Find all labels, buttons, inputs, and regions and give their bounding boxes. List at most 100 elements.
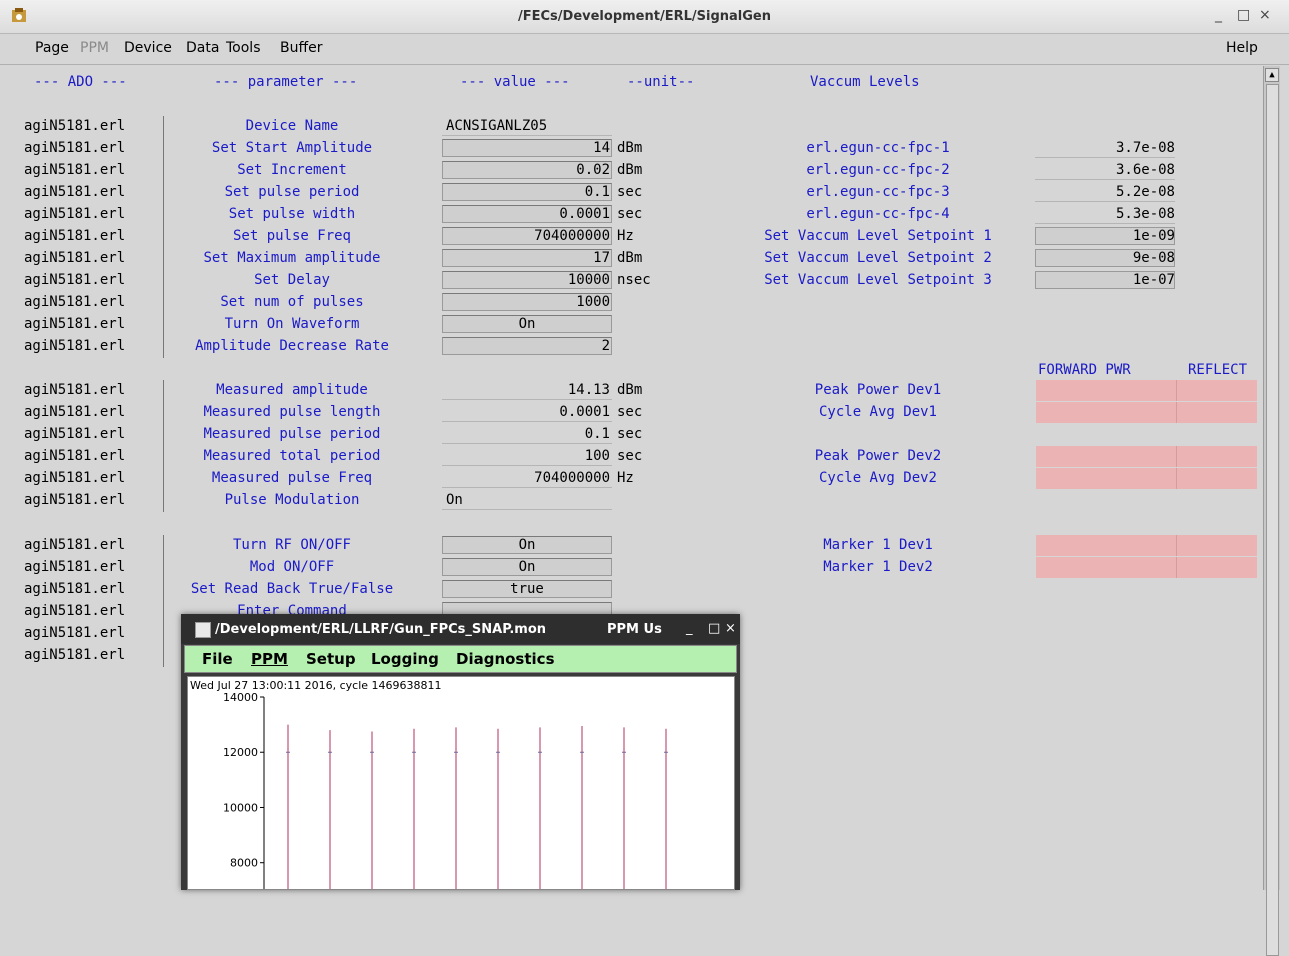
power-label: Peak Power Dev1 [814,382,942,398]
value-text: 10000 [567,272,610,288]
ado-name: agiN5181.erl [24,448,126,464]
param-label: Turn On Waveform [224,316,360,332]
param-label: Set Increment [237,162,347,178]
param-label: Measured pulse length [203,404,381,420]
vaccum-label: erl.egun-cc-fpc-4 [806,206,950,222]
ado-name: agiN5181.erl [24,559,126,575]
menu-page[interactable]: Page [35,40,69,56]
unit-label: sec [617,184,643,200]
value-text: On [518,316,536,332]
param-label: Set Delay [254,272,330,288]
value-text: 704000000 [534,228,610,244]
monitor-menu-setup[interactable]: Setup [306,650,356,668]
monitor-plot[interactable]: Wed Jul 27 13:00:11 2016, cycle 14696388… [187,676,735,890]
monitor-title-right: PPM Us [607,622,662,637]
y-tick-label: 14000 [223,691,258,704]
y-tick-label: 12000 [223,746,258,759]
ado-name: agiN5181.erl [24,492,126,508]
vaccum-label: Set Vaccum Level Setpoint 2 [764,250,992,266]
scroll-thumb[interactable] [1266,84,1279,956]
param-label: Amplitude Decrease Rate [195,338,389,354]
minimize-icon[interactable]: _ [1215,7,1222,23]
power-divider [1176,402,1177,423]
ado-name: agiN5181.erl [24,603,126,619]
param-label: Set Maximum amplitude [203,250,381,266]
monitor-menu-logging[interactable]: Logging [371,650,439,668]
window-titlebar: /FECs/Development/ERL/SignalGen _ □ × [0,0,1289,34]
monitor-maximize-icon[interactable]: □ [708,621,720,636]
header-reflect: REFLECT [1188,362,1248,378]
vaccum-value: 5.3e-08 [1115,206,1175,222]
scroll-up-icon[interactable]: ▲ [1265,68,1279,82]
monitor-close-icon[interactable]: × [725,621,736,636]
ado-name: agiN5181.erl [24,537,126,553]
param-label: Pulse Modulation [224,492,360,508]
menu-data[interactable]: Data [186,40,219,56]
power-readout [1036,468,1257,489]
y-tick-label: 10000 [223,801,258,814]
ado-name: agiN5181.erl [24,316,126,332]
menu-help[interactable]: Help [1226,40,1258,56]
window-title: /FECs/Development/ERL/SignalGen [518,9,771,24]
value-text: 1000 [576,294,610,310]
value-text: 0.1 [584,184,610,200]
close-icon[interactable]: × [1259,7,1271,23]
maximize-icon[interactable]: □ [1237,7,1250,23]
unit-label: dBm [617,140,643,156]
param-label: Measured pulse period [203,426,381,442]
power-readout [1036,402,1257,423]
monitor-menu-file[interactable]: File [202,650,233,668]
menu-buffer[interactable]: Buffer [280,40,323,56]
ado-name: agiN5181.erl [24,382,126,398]
menu-device[interactable]: Device [124,40,172,56]
vaccum-label: Set Vaccum Level Setpoint 1 [764,228,992,244]
marker-readout [1036,535,1257,556]
marker-label: Marker 1 Dev1 [823,537,933,553]
column-separator [163,535,164,667]
monitor-menu-ppm[interactable]: PPM [251,650,288,668]
monitor-menu-bar: File PPM Setup Logging Diagnostics [184,645,737,673]
marker-divider [1176,535,1177,556]
vaccum-value: 3.6e-08 [1115,162,1175,178]
power-label: Cycle Avg Dev1 [818,404,937,420]
power-divider [1176,468,1177,489]
header-parameter: --- parameter --- [214,74,358,90]
monitor-minimize-icon[interactable]: _ [686,621,693,636]
vaccum-label: Set Vaccum Level Setpoint 3 [764,272,992,288]
unit-label: dBm [617,382,643,398]
vaccum-label: erl.egun-cc-fpc-2 [806,162,950,178]
param-label: Device Name [245,118,339,134]
param-label: Set pulse period [224,184,360,200]
marker-divider [1176,557,1177,578]
ado-name: agiN5181.erl [24,470,126,486]
ado-name: agiN5181.erl [24,426,126,442]
ado-name: agiN5181.erl [24,647,126,663]
param-label: Measured pulse Freq [211,470,373,486]
monitor-menu-diagnostics[interactable]: Diagnostics [456,650,555,668]
measured-value: 704000000 [534,470,610,486]
unit-label: sec [617,426,643,442]
y-tick-label: 8000 [230,857,258,870]
menu-tools[interactable]: Tools [226,40,261,56]
ado-name: agiN5181.erl [24,625,126,641]
monitor-window: /Development/ERL/LLRF/Gun_FPCs_SNAP.mon … [181,614,740,890]
vaccum-label: erl.egun-cc-fpc-1 [806,140,950,156]
param-label: Mod ON/OFF [249,559,335,575]
ado-name: agiN5181.erl [24,118,126,134]
vaccum-value: 1e-09 [1132,228,1175,244]
measured-value: On [446,492,463,508]
value-text: 14 [593,140,610,156]
vertical-scrollbar[interactable]: ▲ [1263,66,1280,956]
param-label: Set num of pulses [220,294,364,310]
chart-icon [195,622,211,638]
power-readout [1036,380,1257,401]
unit-label: dBm [617,162,643,178]
measured-value: 0.0001 [559,404,610,420]
menu-ppm[interactable]: PPM [80,40,109,56]
ado-name: agiN5181.erl [24,338,126,354]
unit-label: nsec [617,272,651,288]
measured-value: 100 [584,448,610,464]
ado-name: agiN5181.erl [24,250,126,266]
ado-name: agiN5181.erl [24,272,126,288]
power-label: Peak Power Dev2 [814,448,942,464]
